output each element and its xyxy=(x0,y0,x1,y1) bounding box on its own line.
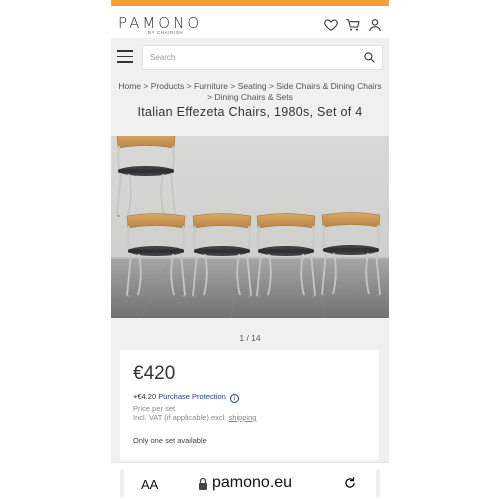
breadcrumb-side-chairs[interactable]: Side Chairs & Dining Chairs xyxy=(276,81,381,91)
breadcrumb: Home > Products > Furniture > Seating > … xyxy=(111,78,389,103)
cart-icon[interactable] xyxy=(345,17,361,33)
site-header: PAMONO BY CHAIRISH xyxy=(111,6,389,38)
breadcrumb-separator: > xyxy=(268,81,274,91)
price-note: Price per set xyxy=(133,404,176,413)
heart-icon[interactable] xyxy=(323,17,339,33)
shipping-link[interactable]: shipping xyxy=(228,413,256,422)
availability: Only one set available xyxy=(133,436,207,445)
breadcrumb-furniture[interactable]: Furniture xyxy=(194,81,228,91)
purchase-protection: +€4.20 Purchase Protection i xyxy=(133,392,239,403)
logo-tagline: BY CHAIRISH xyxy=(148,30,184,35)
search-input[interactable] xyxy=(143,46,343,69)
menu-icon[interactable] xyxy=(117,50,133,64)
url-field[interactable]: pamono.eu xyxy=(212,474,292,492)
protection-amount: +€4.20 xyxy=(133,392,157,401)
vat-note: Incl. VAT (if applicable) excl. shipping xyxy=(133,413,256,422)
breadcrumb-separator: > xyxy=(186,81,192,91)
breadcrumb-home[interactable]: Home xyxy=(118,81,141,91)
mobile-viewport: PAMONO BY CHAIRISH Home > Products > Fur… xyxy=(111,0,389,500)
product-photo[interactable] xyxy=(111,136,389,318)
info-icon[interactable]: i xyxy=(229,394,239,403)
breadcrumb-separator: > xyxy=(143,81,149,91)
price: €420 xyxy=(133,363,176,384)
browser-address-bar: AA pamono.eu xyxy=(111,462,389,500)
breadcrumb-products[interactable]: Products xyxy=(151,81,185,91)
tab-edge-right xyxy=(376,469,380,497)
breadcrumb-separator: > xyxy=(207,92,213,102)
gallery-counter: 1 / 14 xyxy=(239,333,261,343)
product-title: Italian Effezeta Chairs, 1980s, Set of 4 xyxy=(137,105,363,119)
user-icon[interactable] xyxy=(367,17,383,33)
tab-edge-left xyxy=(120,469,124,497)
purchase-protection-link[interactable]: Purchase Protection xyxy=(158,392,226,401)
breadcrumb-separator: > xyxy=(230,81,236,91)
breadcrumb-seating[interactable]: Seating xyxy=(238,81,267,91)
text-size-button[interactable]: AA xyxy=(141,477,158,492)
lock-icon xyxy=(199,477,207,490)
vat-note-text: Incl. VAT (if applicable) excl. xyxy=(133,413,227,422)
price-card: €420 +€4.20 Purchase Protection i Price … xyxy=(120,350,379,460)
reload-icon[interactable] xyxy=(343,476,357,490)
search-field[interactable] xyxy=(142,45,383,70)
breadcrumb-dining-chairs[interactable]: Dining Chairs & Sets xyxy=(214,92,292,102)
search-row xyxy=(111,38,389,78)
search-icon[interactable] xyxy=(363,51,376,64)
